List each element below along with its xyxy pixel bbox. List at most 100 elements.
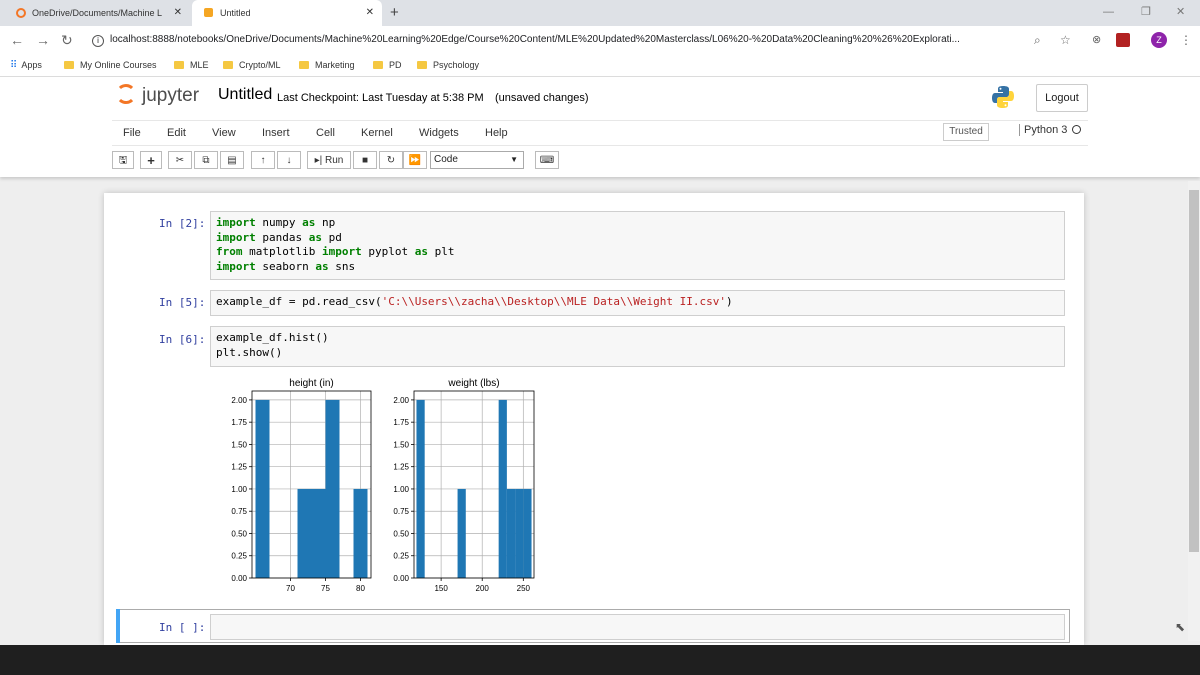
run-button[interactable]: ▸| Run <box>307 151 351 169</box>
move-down-button[interactable]: ↓ <box>277 151 301 169</box>
zoom-icon[interactable]: ⌕ <box>1034 26 1041 54</box>
profile-avatar[interactable]: Z <box>1151 32 1167 48</box>
menu-insert[interactable]: Insert <box>262 121 290 145</box>
new-tab-button[interactable]: + <box>390 0 399 26</box>
logo-text: jupyter <box>142 85 200 106</box>
chevron-down-icon: ▼ <box>510 155 518 164</box>
y-tick-label: 0.00 <box>393 574 409 583</box>
histogram-bar <box>255 399 270 578</box>
bookmark-label: PD <box>389 60 402 70</box>
browser-menu-icon[interactable]: ⋮ <box>1180 26 1192 54</box>
browser-tab-untitled[interactable]: Untitled ✕ <box>192 0 382 26</box>
menu-file[interactable]: File <box>123 121 141 145</box>
y-tick-label: 1.50 <box>231 440 247 449</box>
checkpoint-status: Last Checkpoint: Last Tuesday at 5:38 PM <box>277 92 484 104</box>
restore-button[interactable]: ❐ <box>1141 0 1151 24</box>
x-tick-label: 80 <box>356 584 365 593</box>
back-arrow-icon[interactable]: ← <box>10 26 24 54</box>
chart-title: weight (lbs) <box>447 378 499 389</box>
code-keyword: as <box>315 259 329 273</box>
notebook-title[interactable]: Untitled <box>218 86 272 104</box>
bookmark-crypto-ml[interactable]: Crypto/ML <box>223 54 281 76</box>
code-text: import numpy as np import pandas as pd fro… <box>216 216 454 274</box>
histogram-bar <box>515 488 524 578</box>
save-icon: 🖫 <box>118 155 128 166</box>
stop-icon: ■ <box>361 155 369 166</box>
address-bar[interactable]: i localhost:8888/notebooks/OneDrive/Docum… <box>92 30 1056 50</box>
histogram-output: 0.00 0.25 0.50 0.75 1.00 1.25 1.50 1.75 2.00 70 75… <box>231 378 535 593</box>
jupyter-ring-icon <box>116 84 136 104</box>
histogram-bar <box>297 488 312 578</box>
forward-arrow-icon[interactable]: → <box>36 26 50 54</box>
bookmark-label: Crypto/ML <box>239 60 281 70</box>
scissors-icon: ✂ <box>175 155 185 166</box>
x-tick-label: 250 <box>517 584 531 593</box>
menu-cell[interactable]: Cell <box>316 121 335 145</box>
reload-icon[interactable]: ↻ <box>61 26 73 54</box>
code-token: numpy <box>255 216 303 229</box>
tab-close-icon[interactable]: ✕ <box>366 0 374 26</box>
jupyter-logo[interactable]: jupyter <box>116 84 199 107</box>
y-tick-label: 0.75 <box>393 507 409 516</box>
bookmark-online-courses[interactable]: My Online Courses <box>64 54 157 76</box>
code-string: 'C:\\Users\\zacha\\Desktop\\MLE Data\\We… <box>381 295 726 308</box>
kernel-indicator[interactable]: Python 3 <box>1019 124 1082 136</box>
tab-title: Untitled <box>220 8 251 18</box>
menu-help[interactable]: Help <box>485 121 508 145</box>
restart-icon: ↻ <box>386 155 396 166</box>
cell-type-select[interactable]: Code ▼ <box>430 151 524 169</box>
code-line: from matplotlib import pyplot as plt <box>216 245 454 260</box>
restart-run-all-button[interactable]: ⏩ <box>403 151 427 169</box>
taskbar <box>0 645 1200 675</box>
y-tick-label: 1.25 <box>393 463 409 472</box>
window-close-button[interactable]: ✕ <box>1176 0 1185 24</box>
menu-edit[interactable]: Edit <box>167 121 186 145</box>
code-keyword: import <box>216 259 256 273</box>
move-up-button[interactable]: ↑ <box>251 151 275 169</box>
browser-tab-onedrive[interactable]: OneDrive/Documents/Machine L ✕ <box>4 0 190 26</box>
bookmark-psychology[interactable]: Psychology <box>417 54 479 76</box>
x-tick-label: 75 <box>321 584 330 593</box>
command-palette-button[interactable]: ⌨ <box>535 151 559 169</box>
bookmark-pd[interactable]: PD <box>373 54 402 76</box>
copy-button[interactable]: ⧉ <box>194 151 218 169</box>
empty-code-input[interactable] <box>210 614 1065 640</box>
browser-tab-bar: OneDrive/Documents/Machine L ✕ Untitled … <box>0 0 1200 26</box>
code-cell-read-csv[interactable]: example_df = pd.read_csv('C:\\Users\\zac… <box>210 290 1065 316</box>
insert-cell-button[interactable]: + <box>140 151 162 169</box>
logout-button[interactable]: Logout <box>1036 84 1088 112</box>
cell-type-value: Code <box>434 154 458 165</box>
cut-button[interactable]: ✂ <box>168 151 192 169</box>
url-text: localhost:8888/notebooks/OneDrive/Docume… <box>110 34 960 45</box>
bookmark-apps[interactable]: ⠿ Apps <box>10 54 42 77</box>
folder-icon <box>417 61 427 69</box>
trusted-badge[interactable]: Trusted <box>943 123 989 141</box>
scrollbar-thumb[interactable] <box>1189 190 1199 552</box>
menu-widgets[interactable]: Widgets <box>419 121 459 145</box>
code-cell-imports[interactable]: import numpy as np import pandas as pd fro… <box>210 211 1065 280</box>
step-forward-icon: ▸| <box>314 155 326 166</box>
minimize-button[interactable]: — <box>1103 0 1114 24</box>
y-tick-label: 1.00 <box>393 485 409 494</box>
folder-icon <box>373 61 383 69</box>
code-token: np <box>315 216 336 229</box>
tab-close-icon[interactable]: ✕ <box>174 0 182 26</box>
bookmark-mle[interactable]: MLE <box>174 54 209 76</box>
arrow-up-icon: ↑ <box>260 155 266 166</box>
cell-prompt: In [6]: <box>159 333 206 346</box>
code-token: ) <box>725 295 733 308</box>
menu-kernel[interactable]: Kernel <box>361 121 393 145</box>
interrupt-button[interactable]: ■ <box>353 151 377 169</box>
restart-button[interactable]: ↻ <box>379 151 403 169</box>
menu-view[interactable]: View <box>212 121 236 145</box>
bookmark-star-icon[interactable]: ☆ <box>1060 26 1071 54</box>
code-token: seaborn <box>255 259 316 273</box>
extension-icon[interactable]: ⊗ <box>1092 26 1101 54</box>
code-cell-hist[interactable]: example_df.hist() plt.show() <box>210 326 1065 367</box>
histogram-bar <box>498 399 507 578</box>
save-button[interactable]: 🖫 <box>112 151 134 169</box>
code-token: plt.show() <box>216 345 283 359</box>
bookmark-marketing[interactable]: Marketing <box>299 54 355 76</box>
paste-button[interactable]: ▤ <box>220 151 244 169</box>
pdf-extension-icon[interactable] <box>1116 33 1130 47</box>
